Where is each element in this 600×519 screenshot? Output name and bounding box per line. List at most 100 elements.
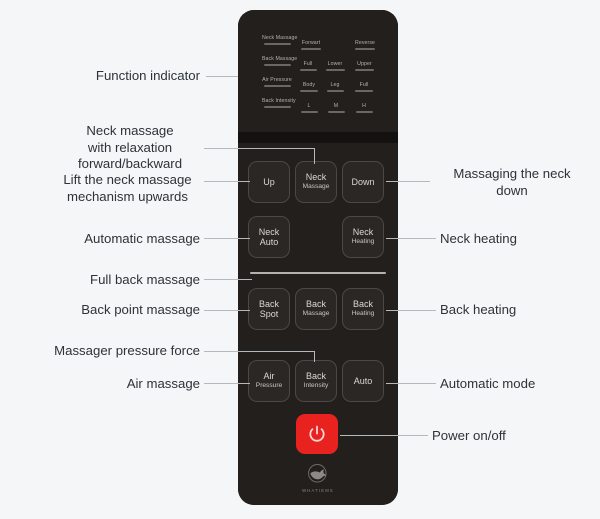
indicator-text: Reverse (354, 40, 376, 46)
button-air-pressure[interactable]: Air Pressure (248, 360, 290, 402)
indicator-bar (300, 111, 318, 114)
indicator-bar (300, 90, 318, 93)
indicator-text: Full (303, 61, 313, 67)
button-neck-heating[interactable]: Neck Heating (342, 216, 384, 258)
indicator-option-low: L (298, 103, 320, 114)
callout-neck-massage-relax: Neck massage with relaxation forward/bac… (77, 123, 183, 171)
button-label-line1: Neck (352, 226, 374, 237)
button-neck-massage[interactable]: Neck Massage (295, 161, 337, 203)
whale-logo-icon (308, 464, 327, 483)
indicator-text: Back Massage (262, 56, 298, 62)
leader-line (204, 351, 314, 352)
button-label-line2: Pressure (255, 382, 283, 389)
indicator-bar (301, 48, 321, 51)
panel-seam (238, 132, 398, 143)
leader-line (340, 435, 428, 436)
button-label-line1: Auto (353, 375, 373, 386)
indicator-bar (327, 111, 345, 114)
indicator-bar (355, 90, 373, 93)
indicator-bar (326, 90, 344, 93)
button-up[interactable]: Up (248, 161, 290, 203)
section-divider (250, 272, 386, 274)
indicator-label-air-pressure: Air Pressure (262, 77, 292, 88)
button-label-line1: Down (351, 176, 375, 187)
leader-line (386, 238, 436, 239)
indicator-bar (263, 43, 291, 46)
callout-automatic-massage: Automatic massage (84, 231, 200, 246)
leader-line (386, 310, 436, 311)
indicator-option-leg: Leg (324, 82, 346, 93)
button-label-line2: Massage (302, 310, 330, 317)
brand-logo: WHATIEMS (300, 461, 336, 493)
indicator-bar (355, 48, 375, 51)
indicator-bar (263, 64, 291, 67)
button-back-spot[interactable]: Back Spot (248, 288, 290, 330)
button-label-line1: Up (263, 176, 275, 187)
indicator-option-full: Full (297, 61, 319, 72)
button-label-line2: Heating (351, 310, 375, 317)
button-back-heating[interactable]: Back Heating (342, 288, 384, 330)
indicator-text: Body (302, 82, 316, 88)
leader-line (206, 76, 238, 77)
diagram-canvas: Neck Massage Forwart Reverse Back Massag… (0, 0, 600, 519)
callout-full-back-massage: Full back massage (90, 272, 200, 287)
callout-function-indicator: Function indicator (95, 68, 200, 83)
button-back-massage[interactable]: Back Massage (295, 288, 337, 330)
indicator-text: Lower (327, 61, 343, 67)
leader-line (204, 310, 250, 311)
callout-lift-neck: Lift the neck massage mechanism upwards (63, 172, 192, 204)
button-label-line1: Neck (305, 171, 327, 182)
indicator-bar (299, 69, 317, 72)
button-label-line2: Heating (351, 238, 375, 245)
callout-automatic-mode: Automatic mode (440, 376, 536, 391)
button-label-line2: Massage (302, 183, 330, 190)
button-back-intensity[interactable]: Back Intensity (295, 360, 337, 402)
indicator-option-forward: Forwart (298, 40, 324, 51)
button-down[interactable]: Down (342, 161, 384, 203)
callout-massaging-neck-down: Massaging the neck down (453, 166, 571, 198)
button-label-line2: Auto (259, 237, 279, 247)
leader-line (204, 279, 252, 280)
indicator-text: Air Pressure (262, 77, 292, 83)
callout-back-heating: Back heating (440, 302, 517, 317)
button-label-line2: Spot (259, 309, 279, 319)
power-button[interactable] (296, 414, 338, 454)
callout-power-on-off: Power on/off (432, 428, 506, 443)
indicator-text: M (333, 103, 339, 109)
leader-line (314, 351, 315, 362)
power-icon (309, 425, 325, 442)
button-label-line1: Back (305, 370, 326, 381)
button-label-line1: Neck (258, 226, 280, 237)
leader-line (386, 181, 430, 182)
leader-line (204, 383, 250, 384)
indicator-bar (263, 106, 291, 109)
indicator-bar (355, 111, 373, 114)
button-label-line1: Back (305, 298, 326, 309)
button-label-line2: Intensity (303, 382, 329, 389)
button-label-line1: Back (258, 298, 279, 309)
leader-line (386, 383, 436, 384)
callout-neck-heating: Neck heating (440, 231, 517, 246)
indicator-option-upper: Upper (351, 61, 378, 72)
indicator-option-high: H (353, 103, 375, 114)
indicator-text: Full (359, 82, 369, 88)
indicator-bar (325, 69, 345, 72)
indicator-option-lower: Lower (322, 61, 348, 72)
indicator-text: Leg (330, 82, 340, 88)
indicator-row: Back Intensity L M H (262, 98, 382, 120)
callout-massager-pressure-force: Massager pressure force (54, 343, 200, 358)
button-auto[interactable]: Auto (342, 360, 384, 402)
indicator-bar (263, 85, 291, 88)
callout-air-massage: Air massage (126, 376, 200, 391)
button-label-line1: Back (352, 298, 373, 309)
indicator-text: Upper (357, 61, 372, 67)
callout-back-point-massage: Back point massage (81, 302, 200, 317)
indicator-row: Back Massage Full Lower Upper (262, 56, 382, 78)
indicator-text: Back Intensity (262, 98, 296, 104)
indicator-text: Neck Massage (262, 35, 298, 41)
indicator-option-reverse: Reverse (352, 40, 378, 51)
leader-line (204, 238, 250, 239)
function-indicator-grid: Neck Massage Forwart Reverse Back Massag… (262, 35, 382, 120)
leader-line (204, 181, 250, 182)
button-neck-auto[interactable]: Neck Auto (248, 216, 290, 258)
